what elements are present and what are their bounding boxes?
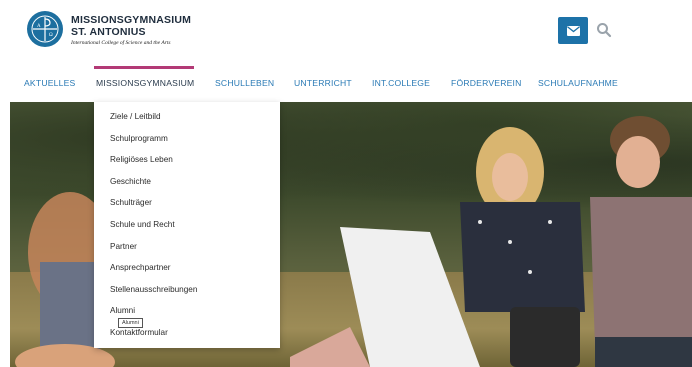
nav-item-missionsgymnasium[interactable]: MISSIONSGYMNASIUM	[96, 78, 194, 88]
svg-text:A: A	[37, 24, 41, 29]
nav-item-aktuelles[interactable]: AKTUELLES	[24, 78, 75, 88]
nav-item-unterricht[interactable]: UNTERRICHT	[294, 78, 352, 88]
alumni-tooltip: Alumni	[118, 318, 143, 328]
missionsgymnasium-dropdown: Ziele / Leitbild Schulprogramm Religiöse…	[94, 102, 280, 348]
brand-name-line1: MISSIONSGYMNASIUM	[71, 14, 192, 26]
envelope-icon	[566, 25, 580, 36]
nav-item-int-college[interactable]: INT.COLLEGE	[372, 78, 430, 88]
dropdown-item-geschichte[interactable]: Geschichte	[94, 175, 280, 197]
dropdown-item-ziele-leitbild[interactable]: Ziele / Leitbild	[94, 110, 280, 132]
brand-name-line2: ST. ANTONIUS	[71, 26, 146, 38]
school-logo[interactable]: A Ω	[27, 11, 63, 47]
dropdown-item-schulprogramm[interactable]: Schulprogramm	[94, 132, 280, 154]
dropdown-item-partner[interactable]: Partner	[94, 240, 280, 262]
brand-subtitle: International College of Science and the…	[71, 40, 171, 46]
nav-item-schulaufnahme[interactable]: SCHULAUFNAHME	[538, 78, 618, 88]
dropdown-item-stellenausschreibungen[interactable]: Stellenausschreibungen	[94, 283, 280, 305]
nav-active-indicator	[94, 66, 194, 69]
dropdown-item-schule-und-recht[interactable]: Schule und Recht	[94, 218, 280, 240]
dropdown-item-kontaktformular[interactable]: Kontaktformular	[94, 326, 280, 348]
chi-rho-icon: A Ω	[31, 15, 59, 43]
brand-name[interactable]: MISSIONSGYMNASIUM ST. ANTONIUS Internati…	[71, 14, 191, 46]
dropdown-item-ansprechpartner[interactable]: Ansprechpartner	[94, 261, 280, 283]
search-button[interactable]	[596, 22, 612, 38]
site-header: A Ω MISSIONSGYMNASIUM ST. ANTONIUS Inter…	[0, 0, 692, 62]
nav-item-foerderverein[interactable]: FÖRDERVEREIN	[451, 78, 522, 88]
dropdown-item-schultraeger[interactable]: Schulträger	[94, 196, 280, 218]
main-navigation: AKTUELLES MISSIONSGYMNASIUM SCHULLEBEN U…	[0, 66, 692, 102]
dropdown-item-religioeses-leben[interactable]: Religiöses Leben	[94, 153, 280, 175]
svg-text:Ω: Ω	[49, 33, 53, 38]
search-icon	[597, 23, 612, 38]
nav-item-schulleben[interactable]: SCHULLEBEN	[215, 78, 274, 88]
mail-button[interactable]	[558, 17, 588, 44]
